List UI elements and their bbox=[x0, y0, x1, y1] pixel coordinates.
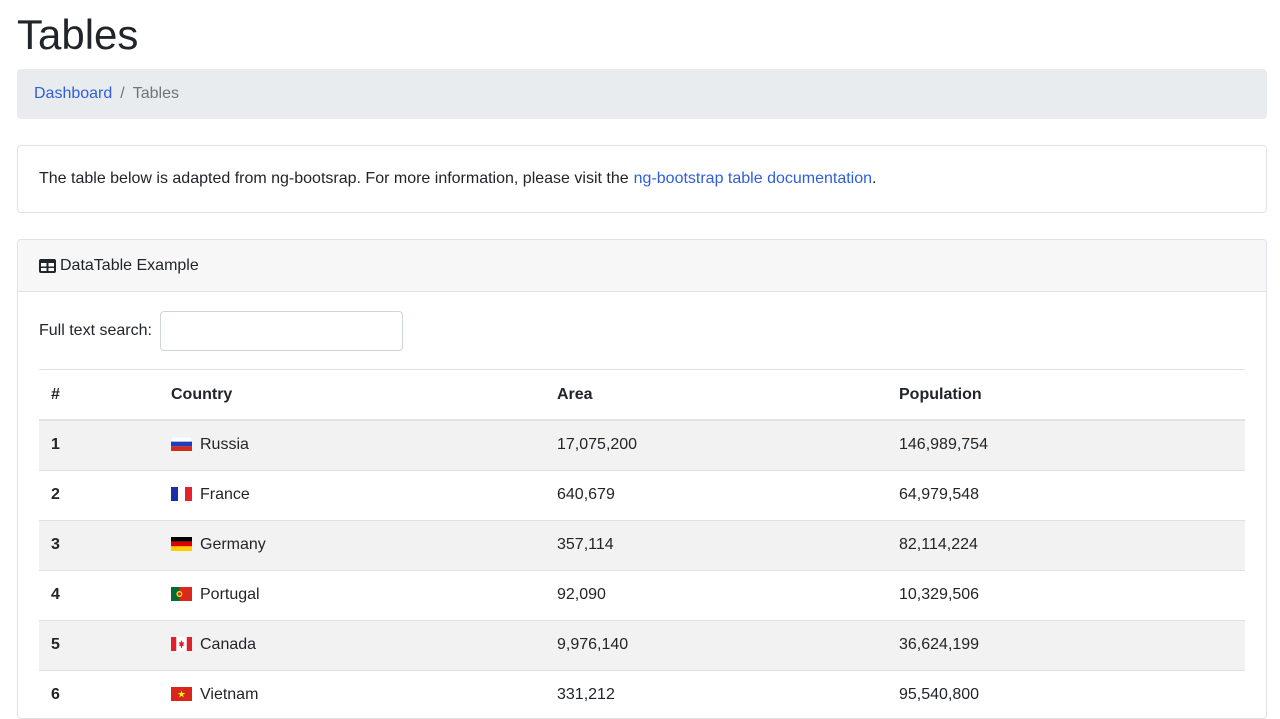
header-number[interactable]: # bbox=[39, 370, 159, 421]
data-table: # Country Area Population 1 Russia 17,07… bbox=[39, 370, 1245, 718]
russia-flag-icon bbox=[170, 437, 193, 452]
table-row: 2 France 640,679 64,979,548 bbox=[39, 470, 1245, 521]
page-title: Tables bbox=[17, 11, 139, 58]
row-number: 6 bbox=[39, 670, 159, 718]
table-row: 1 Russia 17,075,200 146,989,754 bbox=[39, 420, 1245, 471]
row-country: Vietnam bbox=[159, 670, 545, 718]
header-country[interactable]: Country bbox=[159, 370, 545, 421]
row-population: 64,979,548 bbox=[887, 470, 1245, 521]
table-icon bbox=[39, 258, 56, 273]
datatable-card: DataTable Example Full text search: # Co… bbox=[17, 239, 1267, 719]
table-header-row: # Country Area Population bbox=[39, 370, 1245, 421]
breadcrumb: Dashboard / Tables bbox=[17, 69, 1267, 119]
breadcrumb-current: Tables bbox=[132, 85, 179, 102]
header-population[interactable]: Population bbox=[887, 370, 1245, 421]
portugal-flag-icon bbox=[171, 587, 192, 601]
card-title: DataTable Example bbox=[60, 256, 199, 274]
row-population: 10,329,506 bbox=[887, 570, 1245, 621]
row-area: 17,075,200 bbox=[545, 420, 887, 471]
info-text: The table below is adapted from ng-boots… bbox=[39, 170, 629, 187]
row-number: 5 bbox=[39, 620, 159, 671]
country-name: Portugal bbox=[200, 586, 260, 603]
row-country: Canada bbox=[159, 620, 545, 671]
table-row: 6 Vietnam 331,212 95,540,800 bbox=[39, 670, 1245, 718]
info-card: The table below is adapted from ng-boots… bbox=[17, 145, 1267, 213]
documentation-link[interactable]: ng-bootstrap table documentation bbox=[634, 170, 872, 188]
row-number: 2 bbox=[39, 470, 159, 521]
table-row: 5 Canada 9,976,140 36,624,199 bbox=[39, 620, 1245, 671]
search-row: Full text search: bbox=[39, 292, 1245, 370]
row-country: Germany bbox=[159, 520, 545, 571]
row-area: 357,114 bbox=[545, 520, 887, 571]
canada-flag-icon bbox=[171, 637, 192, 651]
country-name: Vietnam bbox=[200, 686, 259, 703]
france-flag-icon bbox=[171, 487, 192, 501]
info-suffix: . bbox=[872, 170, 877, 187]
vietnam-flag-icon bbox=[171, 687, 192, 701]
header-area[interactable]: Area bbox=[545, 370, 887, 421]
germany-flag-icon bbox=[171, 537, 192, 551]
row-country: Portugal bbox=[159, 570, 545, 621]
row-population: 146,989,754 bbox=[887, 420, 1245, 471]
breadcrumb-separator: / bbox=[120, 85, 125, 102]
row-area: 331,212 bbox=[545, 670, 887, 718]
row-number: 3 bbox=[39, 520, 159, 571]
breadcrumb-dashboard-link[interactable]: Dashboard bbox=[34, 85, 112, 103]
card-header: DataTable Example bbox=[18, 240, 1266, 292]
table-row: 3 Germany 357,114 82,114,224 bbox=[39, 520, 1245, 571]
country-name: Canada bbox=[200, 636, 257, 653]
row-area: 9,976,140 bbox=[545, 620, 887, 671]
row-country: Russia bbox=[159, 420, 545, 471]
search-label: Full text search: bbox=[39, 321, 152, 339]
search-input[interactable] bbox=[159, 310, 403, 351]
row-country: France bbox=[159, 470, 545, 521]
row-area: 92,090 bbox=[545, 570, 887, 621]
row-population: 36,624,199 bbox=[887, 620, 1245, 671]
row-population: 95,540,800 bbox=[887, 670, 1245, 718]
row-area: 640,679 bbox=[545, 470, 887, 521]
row-number: 4 bbox=[39, 570, 159, 621]
row-population: 82,114,224 bbox=[887, 520, 1245, 571]
card-body: Full text search: # Country Area Populat… bbox=[18, 292, 1266, 718]
country-name: France bbox=[200, 486, 250, 503]
row-number: 1 bbox=[39, 420, 159, 471]
country-name: Russia bbox=[200, 436, 249, 454]
table-row: 4 Portugal 92,090 10,329,506 bbox=[39, 570, 1245, 621]
country-name: Germany bbox=[200, 536, 266, 553]
